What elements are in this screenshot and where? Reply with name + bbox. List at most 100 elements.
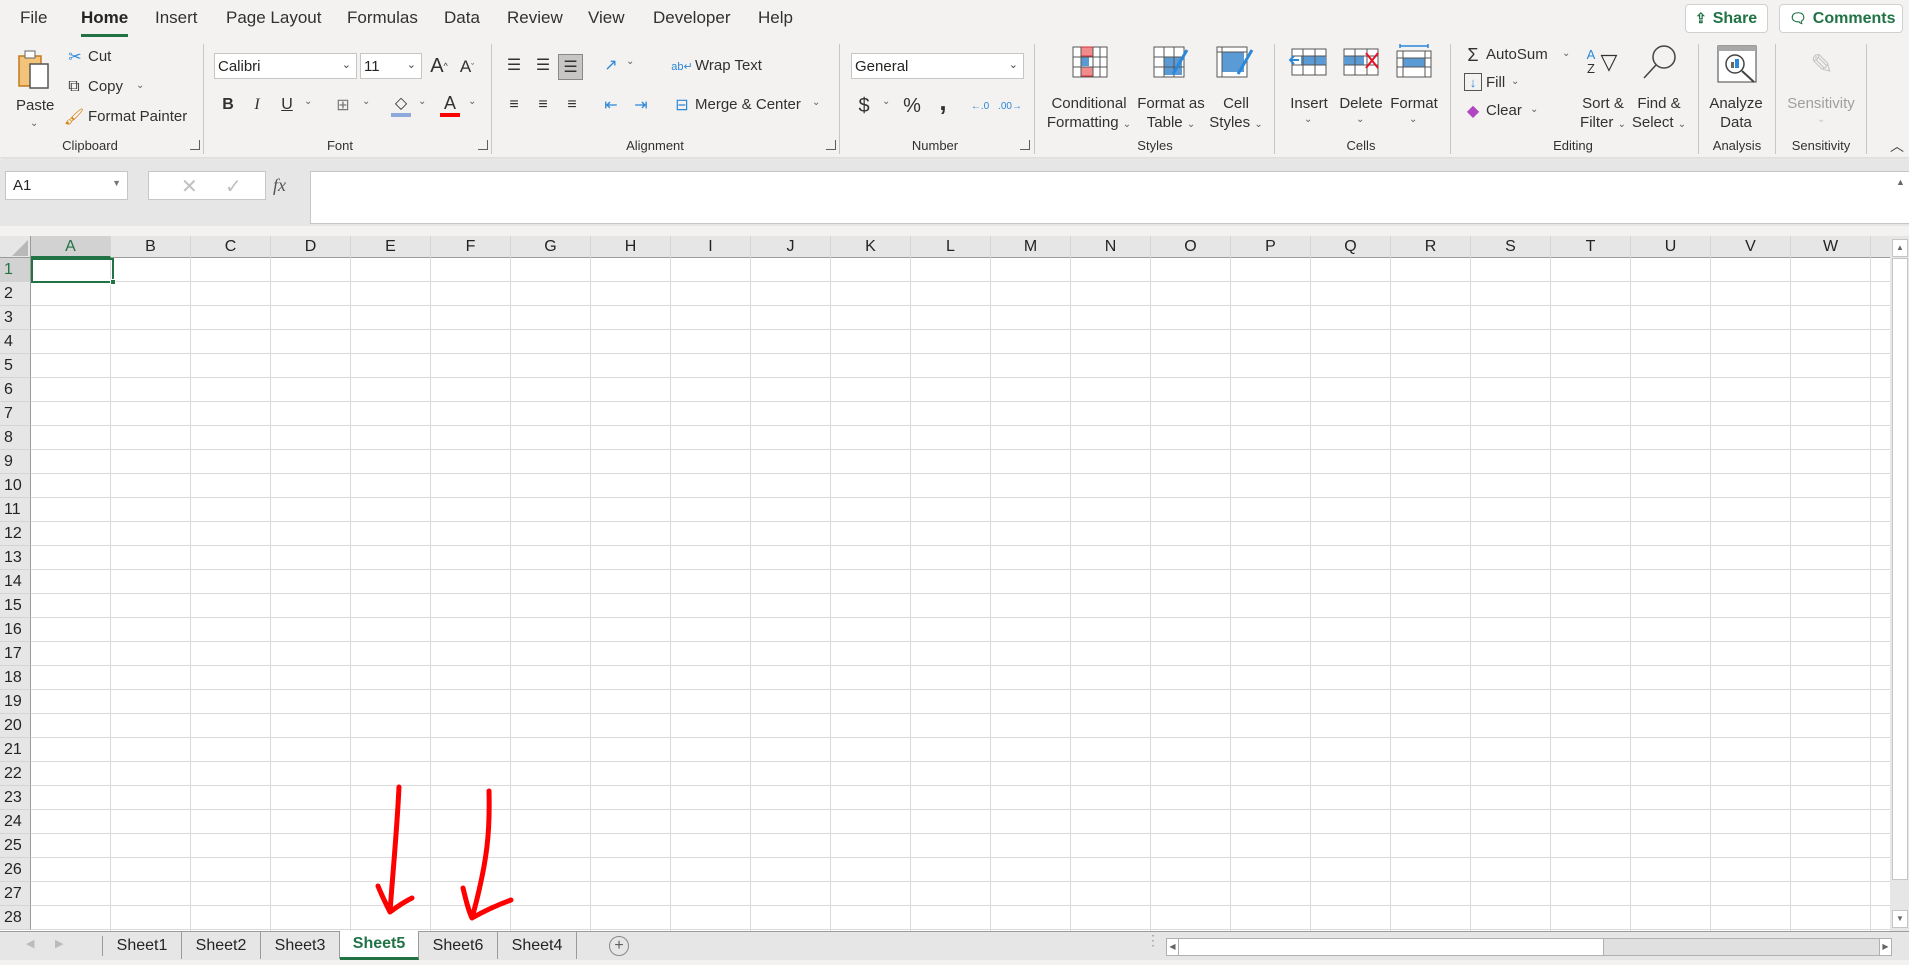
top-align-icon[interactable]: ☰ bbox=[503, 53, 525, 77]
chevron-down-icon[interactable]: ⌄ bbox=[362, 96, 370, 107]
conditional-formatting-button[interactable]: Conditional Formatting ⌄ bbox=[1044, 44, 1132, 134]
tab-formulas[interactable]: Formulas bbox=[347, 8, 418, 28]
collapse-ribbon-icon[interactable]: ︿ bbox=[1890, 136, 1904, 156]
column-header-s[interactable]: S bbox=[1471, 236, 1551, 258]
row-header-22[interactable]: 22 bbox=[0, 762, 31, 786]
sheet-tab-sheet2[interactable]: Sheet2 bbox=[182, 932, 261, 959]
autosum-button[interactable]: Σ AutoSum ⌄ bbox=[1464, 44, 1574, 66]
tab-page-layout[interactable]: Page Layout bbox=[226, 8, 321, 28]
increase-decimal-icon[interactable]: ←.0 bbox=[968, 93, 992, 119]
column-header-g[interactable]: G bbox=[511, 236, 591, 258]
font-color-button[interactable]: A bbox=[439, 93, 461, 119]
align-right-icon[interactable]: ≡ bbox=[561, 93, 583, 117]
column-header-j[interactable]: J bbox=[751, 236, 831, 258]
tab-view[interactable]: View bbox=[588, 8, 625, 28]
sheet-tab-sheet6[interactable]: Sheet6 bbox=[419, 932, 498, 959]
sheet-tab-sheet4[interactable]: Sheet4 bbox=[498, 932, 577, 959]
decrease-indent-icon[interactable]: ⇤ bbox=[600, 93, 622, 117]
column-header-q[interactable]: Q bbox=[1311, 236, 1391, 258]
column-header-k[interactable]: K bbox=[831, 236, 911, 258]
sort-filter-button[interactable]: AZ ▽ Sort & Filter ⌄ bbox=[1576, 44, 1630, 134]
row-header-20[interactable]: 20 bbox=[0, 714, 31, 738]
add-sheet-button[interactable]: + bbox=[609, 936, 629, 956]
scroll-tabs-right-icon[interactable]: ▶ bbox=[55, 937, 63, 950]
row-header-26[interactable]: 26 bbox=[0, 858, 31, 882]
paste-button[interactable]: Paste ⌄ bbox=[10, 46, 60, 136]
column-header-v[interactable]: V bbox=[1711, 236, 1791, 258]
sheet-tab-sheet3[interactable]: Sheet3 bbox=[261, 932, 340, 959]
name-box[interactable]: A1 ▼ bbox=[5, 171, 128, 200]
column-header-i[interactable]: I bbox=[671, 236, 751, 258]
row-header-5[interactable]: 5 bbox=[0, 354, 31, 378]
fill-handle[interactable] bbox=[110, 279, 116, 285]
row-header-14[interactable]: 14 bbox=[0, 570, 31, 594]
insert-cells-button[interactable]: Insert ⌄ bbox=[1284, 44, 1334, 134]
wrap-text-button[interactable]: ab↵ Wrap Text bbox=[671, 54, 772, 78]
column-header-b[interactable]: B bbox=[111, 236, 191, 258]
column-header-w[interactable]: W bbox=[1791, 236, 1871, 258]
bold-button[interactable]: B bbox=[218, 93, 238, 117]
row-header-9[interactable]: 9 bbox=[0, 450, 31, 474]
dialog-launcher-icon[interactable] bbox=[826, 140, 836, 150]
cell-styles-button[interactable]: Cell Styles ⌄ bbox=[1208, 44, 1264, 134]
tab-data[interactable]: Data bbox=[444, 8, 480, 28]
chevron-down-icon[interactable]: ⌄ bbox=[882, 96, 890, 107]
row-header-17[interactable]: 17 bbox=[0, 642, 31, 666]
row-header-16[interactable]: 16 bbox=[0, 618, 31, 642]
increase-font-size-icon[interactable]: A ^ bbox=[428, 53, 450, 79]
chevron-down-icon[interactable]: ⌄ bbox=[304, 96, 312, 107]
tab-home[interactable]: Home bbox=[81, 8, 129, 37]
vertical-scrollbar[interactable]: ▲ ▼ bbox=[1890, 236, 1909, 931]
column-header-f[interactable]: F bbox=[431, 236, 511, 258]
row-header-4[interactable]: 4 bbox=[0, 330, 31, 354]
decrease-font-size-icon[interactable]: Aˇ bbox=[456, 55, 478, 79]
italic-button[interactable]: I bbox=[247, 93, 267, 117]
row-header-3[interactable]: 3 bbox=[0, 306, 31, 330]
dialog-launcher-icon[interactable] bbox=[190, 140, 200, 150]
tab-review[interactable]: Review bbox=[507, 8, 563, 28]
middle-align-icon[interactable]: ☰ bbox=[532, 53, 554, 77]
column-header-r[interactable]: R bbox=[1391, 236, 1471, 258]
enter-check-icon[interactable]: ✓ bbox=[225, 174, 242, 199]
borders-icon[interactable]: ⊞ bbox=[332, 93, 354, 117]
column-header-e[interactable]: E bbox=[351, 236, 431, 258]
column-header-m[interactable]: M bbox=[991, 236, 1071, 258]
font-size-select[interactable]: 11 ⌄ bbox=[360, 53, 422, 79]
delete-cells-button[interactable]: Delete ⌄ bbox=[1336, 44, 1386, 134]
bottom-align-icon[interactable]: ☰ bbox=[558, 54, 583, 80]
worksheet-grid[interactable]: ABCDEFGHIJKLMNOPQRSTUVW 1 2 3 4 5 6 7 8 9 10 11 12 1… bbox=[0, 236, 1890, 931]
format-cells-button[interactable]: Format ⌄ bbox=[1388, 44, 1440, 134]
format-painter-button[interactable]: 🖌 Format Painter bbox=[64, 106, 194, 128]
comments-button[interactable]: 🗨 Comments bbox=[1779, 4, 1903, 33]
row-header-27[interactable]: 27 bbox=[0, 882, 31, 906]
comma-style-button[interactable]: , bbox=[934, 86, 952, 116]
vertical-scroll-thumb[interactable] bbox=[1892, 258, 1908, 880]
number-format-select[interactable]: General ⌄ bbox=[851, 53, 1024, 79]
column-header-c[interactable]: C bbox=[191, 236, 271, 258]
sheet-tab-sheet5[interactable]: Sheet5 bbox=[340, 931, 419, 960]
row-header-21[interactable]: 21 bbox=[0, 738, 31, 762]
column-header-n[interactable]: N bbox=[1071, 236, 1151, 258]
column-header-t[interactable]: T bbox=[1551, 236, 1631, 258]
share-button[interactable]: ⇪ Share bbox=[1685, 4, 1768, 33]
scroll-tabs-left-icon[interactable]: ◀ bbox=[26, 937, 34, 950]
tab-file[interactable]: File bbox=[20, 8, 47, 28]
row-header-23[interactable]: 23 bbox=[0, 786, 31, 810]
row-header-2[interactable]: 2 bbox=[0, 282, 31, 306]
row-header-13[interactable]: 13 bbox=[0, 546, 31, 570]
select-all-button[interactable] bbox=[0, 236, 31, 258]
scroll-down-button[interactable]: ▼ bbox=[1892, 910, 1908, 928]
percent-button[interactable]: % bbox=[900, 93, 924, 119]
chevron-down-icon[interactable]: ⌄ bbox=[418, 96, 426, 107]
decrease-decimal-icon[interactable]: .00→ bbox=[998, 93, 1022, 119]
tab-developer[interactable]: Developer bbox=[653, 8, 731, 28]
format-as-table-button[interactable]: Format as Table ⌄ bbox=[1136, 44, 1206, 134]
row-header-6[interactable]: 6 bbox=[0, 378, 31, 402]
row-header-7[interactable]: 7 bbox=[0, 402, 31, 426]
horizontal-scrollbar[interactable]: ◀ ▶ bbox=[1166, 938, 1892, 956]
row-header-19[interactable]: 19 bbox=[0, 690, 31, 714]
find-select-button[interactable]: Find & Select ⌄ bbox=[1630, 44, 1688, 134]
dialog-launcher-icon[interactable] bbox=[478, 140, 488, 150]
align-center-icon[interactable]: ≡ bbox=[532, 93, 554, 117]
row-header-11[interactable]: 11 bbox=[0, 498, 31, 522]
